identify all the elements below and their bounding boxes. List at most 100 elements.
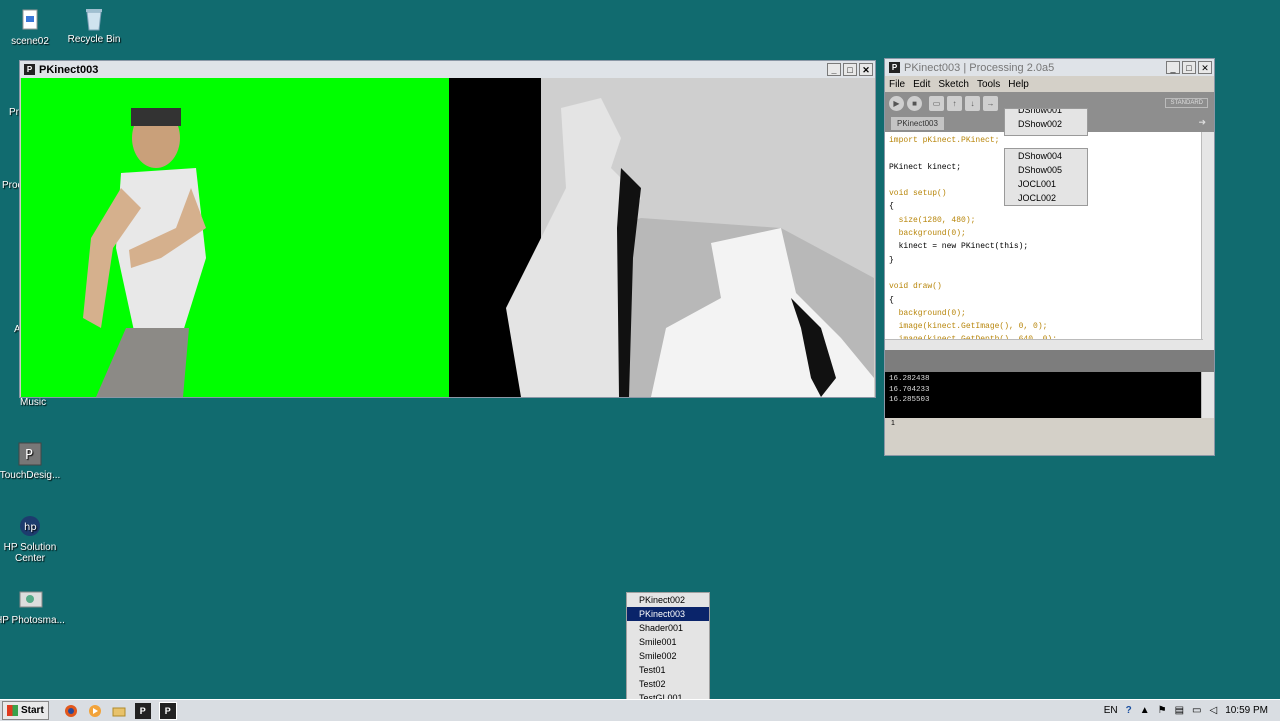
document-icon [18, 8, 42, 32]
clock[interactable]: 10:59 PM [1225, 705, 1268, 716]
kinect-output [21, 78, 874, 397]
close-button[interactable]: ✕ [859, 63, 873, 76]
taskbar: Start P P EN ? ▲ ⚑ ▤ ▭ ◁ 10:59 PM [0, 699, 1280, 721]
menu-edit[interactable]: Edit [913, 79, 930, 90]
network-icon[interactable]: ▤ [1175, 705, 1184, 716]
code-line: void draw() [889, 282, 942, 292]
volume-icon[interactable]: ◁ [1209, 705, 1217, 716]
ide-window: P PKinect003 | Processing 2.0a5 _ □ ✕ Fi… [884, 58, 1215, 456]
tab-menu-arrow-icon[interactable]: ➜ [1198, 117, 1206, 128]
taskbar-window-list: PKinect002 PKinect003 Shader001 Smile001… [626, 592, 710, 706]
sketchbook-menu-top: DShow001 DShow002 [1004, 108, 1088, 136]
window-list-item-selected[interactable]: PKinect003 [627, 607, 709, 621]
processing-taskbar-icon[interactable]: P [134, 702, 151, 719]
explorer-folder-icon[interactable] [111, 703, 127, 719]
menu-file[interactable]: File [889, 79, 905, 90]
media-player-icon[interactable] [87, 703, 103, 719]
desktop-icon-label: Recycle Bin [67, 34, 121, 45]
menu-sketch[interactable]: Sketch [938, 79, 969, 90]
language-indicator[interactable]: EN [1104, 705, 1118, 716]
editor-vertical-scrollbar[interactable] [1201, 132, 1214, 350]
desktop-icon-recycle-bin[interactable]: Recycle Bin [58, 6, 130, 45]
desktop-icon-label: scene02 [11, 36, 49, 47]
svg-text:hp: hp [24, 522, 37, 533]
code-line: size(1280, 480); [889, 215, 976, 225]
hp-logo-icon: hp [18, 514, 42, 538]
code-line: } [889, 255, 894, 265]
sketchbook-item[interactable]: DShow002 [1005, 117, 1087, 131]
desktop-icon-hp-solution-center[interactable]: hp HP Solution Center [0, 514, 66, 564]
desktop-partial-label: Music [20, 397, 47, 408]
ide-menubar: File Edit Sketch Tools Help [885, 76, 1214, 92]
sketchbook-item[interactable]: DShow004 [1005, 149, 1087, 163]
processing-icon: P [24, 64, 35, 75]
code-line: void setup() [889, 189, 947, 199]
desktop-icon-scene02[interactable]: scene02 [0, 8, 66, 47]
run-icon[interactable]: ▶ [889, 95, 904, 111]
console-scrollbar[interactable] [1201, 372, 1214, 418]
sketch-canvas[interactable] [21, 78, 874, 397]
sketchbook-item[interactable]: DShow001 [1005, 109, 1087, 117]
export-icon[interactable]: → [983, 95, 998, 111]
ide-title: PKinect003 | Processing 2.0a5 [904, 61, 1055, 74]
desktop-icon-touchdesigner[interactable]: P TouchDesig... [0, 442, 66, 481]
editor-horizontal-scrollbar[interactable] [885, 339, 1203, 350]
menu-help[interactable]: Help [1008, 79, 1029, 90]
sketch-window-title: PKinect003 [39, 63, 99, 76]
desktop-icon-label: TouchDesig... [0, 470, 61, 481]
show-hidden-icons-icon[interactable]: ▲ [1140, 705, 1150, 716]
minimize-button[interactable]: _ [1166, 61, 1180, 74]
sketch-window: P PKinect003 _ □ ✕ [19, 60, 876, 398]
touchdesigner-icon: P [18, 442, 42, 466]
code-line: { [889, 202, 894, 212]
stop-icon[interactable]: ■ [907, 95, 922, 111]
window-list-item[interactable]: Smile002 [627, 649, 709, 663]
processing-taskbar-icon-active[interactable]: P [158, 701, 177, 720]
code-line: PKinect kinect; [889, 162, 962, 172]
help-icon[interactable]: ? [1126, 705, 1132, 716]
console-area: 16.282438 16.704233 16.285503 [885, 372, 1214, 418]
start-button[interactable]: Start [2, 701, 49, 720]
window-list-item[interactable]: Test02 [627, 677, 709, 691]
window-list-item[interactable]: Test01 [627, 663, 709, 677]
desktop-icon-label: HP Solution Center [3, 542, 57, 564]
firefox-icon[interactable] [63, 703, 79, 719]
mode-button[interactable]: STANDARD [1165, 98, 1208, 108]
photosmart-icon [18, 587, 43, 611]
sketchbook-item[interactable]: DShow005 [1005, 163, 1087, 177]
window-list-item[interactable]: Shader001 [627, 621, 709, 635]
window-list-item[interactable]: Smile001 [627, 635, 709, 649]
system-tray: EN ? ▲ ⚑ ▤ ▭ ◁ 10:59 PM [1104, 700, 1280, 721]
svg-text:P: P [25, 448, 33, 463]
recycle-bin-icon [82, 6, 106, 31]
window-list-item[interactable]: PKinect002 [627, 593, 709, 607]
desktop-partial-label: Pr [9, 107, 19, 118]
console-line: 16.282438 [889, 375, 930, 383]
tab-pkinect003[interactable]: PKinect003 [891, 117, 944, 130]
display-icon[interactable]: ▭ [1192, 705, 1201, 716]
menu-tools[interactable]: Tools [977, 79, 1000, 90]
maximize-button[interactable]: □ [1182, 61, 1196, 74]
desktop-icon-label: HP Photosma... [0, 615, 65, 626]
sketchbook-item[interactable]: JOCL002 [1005, 191, 1087, 205]
status-line: 1 [885, 418, 1214, 430]
close-button[interactable]: ✕ [1198, 61, 1212, 74]
code-line: background(0); [889, 308, 966, 318]
minimize-button[interactable]: _ [827, 63, 841, 76]
sketch-window-titlebar[interactable]: P PKinect003 _ □ ✕ [20, 61, 875, 78]
save-icon[interactable]: ↓ [965, 95, 980, 111]
console-output: 16.282438 16.704233 16.285503 [885, 372, 1214, 408]
maximize-button[interactable]: □ [843, 63, 857, 76]
ide-titlebar[interactable]: P PKinect003 | Processing 2.0a5 _ □ ✕ [885, 59, 1214, 76]
code-line: { [889, 295, 894, 305]
windows-flag-icon [7, 705, 18, 716]
action-center-icon[interactable]: ⚑ [1158, 705, 1167, 716]
open-icon[interactable]: ↑ [947, 95, 962, 111]
green-screen-background [21, 78, 449, 397]
new-icon[interactable]: ▭ [929, 95, 944, 111]
start-label: Start [21, 705, 44, 716]
desktop-icon-hp-photosmart[interactable]: HP Photosma... [0, 587, 66, 626]
sketchbook-menu: DShow004 DShow005 JOCL001 JOCL002 [1004, 148, 1088, 206]
console-line: 16.704233 [889, 385, 930, 394]
sketchbook-item[interactable]: JOCL001 [1005, 177, 1087, 191]
